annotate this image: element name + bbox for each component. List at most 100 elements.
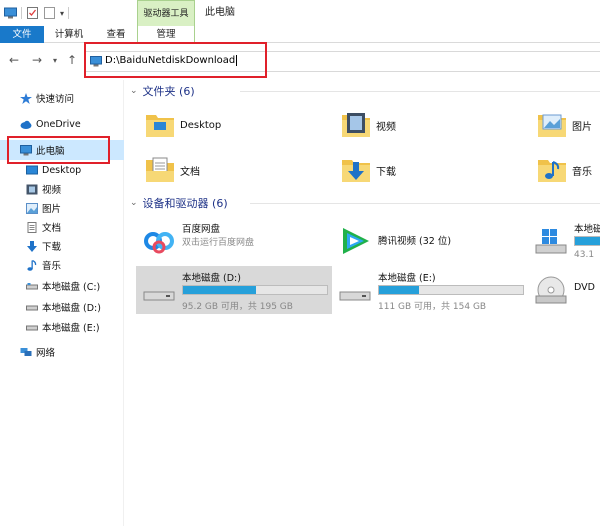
navigation-bar: ← → ▾ ↑ D:\BaiduNetdiskDownload bbox=[0, 43, 600, 77]
drive-tools-group-label: 驱动器工具 bbox=[137, 0, 195, 26]
content-pane: ⌄ 文件夹 (6) Desktop 视频 图片 文档 下载 音乐 ⌄ 设备和驱动… bbox=[124, 80, 600, 526]
nav-item-label: 本地磁盘 (C:) bbox=[42, 282, 101, 293]
desktop-folder-icon bbox=[146, 115, 174, 137]
nav-item-quick-access[interactable]: 快速访问 bbox=[0, 88, 124, 108]
nav-item-label: 本地磁盘 (D:) bbox=[42, 303, 101, 314]
nav-item-drive-d[interactable]: 本地磁盘 (D:) bbox=[0, 297, 124, 317]
chevron-down-icon: ⌄ bbox=[130, 86, 138, 96]
capacity-bar bbox=[574, 236, 600, 246]
nav-item-label: 此电脑 bbox=[36, 146, 65, 157]
properties-icon[interactable] bbox=[26, 7, 39, 19]
capacity-bar bbox=[378, 285, 524, 295]
music-folder-icon bbox=[538, 160, 566, 182]
device-drive-d[interactable]: 本地磁盘 (D:) 95.2 GB 可用，共 195 GB bbox=[136, 266, 332, 314]
back-arrow-icon[interactable]: ← bbox=[9, 53, 19, 67]
free-space-text: 43.1 bbox=[574, 250, 595, 260]
device-tencent-video[interactable]: 腾讯视频 (32 位) bbox=[332, 217, 528, 265]
section-title: 文件夹 (6) bbox=[142, 85, 195, 98]
nav-item-label: OneDrive bbox=[36, 118, 81, 130]
this-pc-icon[interactable] bbox=[4, 7, 17, 19]
nav-item-label: Desktop bbox=[42, 164, 82, 176]
window-title: 此电脑 bbox=[205, 7, 235, 18]
capacity-fill bbox=[379, 286, 420, 294]
folder-downloads[interactable]: 下载 bbox=[340, 150, 530, 190]
device-dvd-drive[interactable]: DVD bbox=[528, 266, 600, 314]
recent-locations-chevron-icon[interactable]: ▾ bbox=[53, 56, 57, 65]
address-bar[interactable]: D:\BaiduNetdiskDownload bbox=[84, 51, 600, 72]
baidu-netdisk-icon bbox=[144, 232, 174, 254]
section-divider bbox=[250, 203, 600, 204]
free-space-text: 111 GB 可用，共 154 GB bbox=[378, 302, 487, 312]
address-path[interactable]: D:\BaiduNetdiskDownload bbox=[105, 55, 238, 66]
drive-icon bbox=[26, 305, 38, 310]
up-arrow-icon[interactable]: ↑ bbox=[67, 53, 77, 67]
nav-item-network[interactable]: 网络 bbox=[0, 342, 124, 362]
tab-computer[interactable]: 计算机 bbox=[44, 26, 94, 43]
network-icon bbox=[20, 347, 32, 356]
nav-item-label: 网络 bbox=[36, 348, 56, 359]
customize-toolbar-chevron-icon[interactable]: ▾ bbox=[60, 9, 64, 18]
download-icon bbox=[27, 240, 37, 252]
nav-item-label: 本地磁盘 (E:) bbox=[42, 323, 100, 334]
device-name: 本地磁 bbox=[574, 224, 600, 235]
nav-item-label: 下载 bbox=[42, 242, 62, 253]
nav-item-videos[interactable]: 视频 bbox=[0, 179, 124, 199]
nav-item-music[interactable]: 音乐 bbox=[0, 255, 124, 275]
device-name: 腾讯视频 (32 位) bbox=[378, 236, 452, 247]
forward-arrow-icon[interactable]: → bbox=[32, 53, 42, 67]
documents-folder-icon bbox=[146, 157, 174, 182]
folder-label: 下载 bbox=[376, 166, 396, 178]
device-name: DVD bbox=[574, 282, 595, 293]
downloads-folder-icon bbox=[342, 160, 370, 182]
device-baidu-netdisk[interactable]: 百度网盘 双击运行百度网盘 bbox=[136, 217, 332, 265]
this-pc-icon bbox=[20, 144, 32, 155]
folder-pictures[interactable]: 图片 bbox=[536, 105, 600, 145]
nav-item-downloads[interactable]: 下载 bbox=[0, 236, 124, 256]
nav-item-this-pc[interactable]: 此电脑 bbox=[0, 140, 124, 160]
tab-file[interactable]: 文件 bbox=[0, 26, 44, 43]
drive-icon bbox=[143, 291, 175, 301]
drive-icon bbox=[26, 282, 38, 289]
devices-section-header[interactable]: ⌄ 设备和驱动器 (6) bbox=[130, 194, 600, 212]
nav-item-onedrive[interactable]: OneDrive bbox=[0, 114, 124, 134]
folder-music[interactable]: 音乐 bbox=[536, 150, 600, 190]
music-icon bbox=[27, 259, 37, 271]
section-title: 设备和驱动器 (6) bbox=[142, 197, 228, 210]
folder-documents[interactable]: 文档 bbox=[144, 150, 334, 190]
nav-item-label: 图片 bbox=[42, 204, 62, 215]
video-icon bbox=[26, 184, 38, 194]
title-bar: ▾ 驱动器工具 此电脑 bbox=[0, 0, 600, 26]
nav-item-pictures[interactable]: 图片 bbox=[0, 198, 124, 218]
tab-manage[interactable]: 管理 bbox=[137, 26, 195, 44]
pictures-icon bbox=[26, 202, 38, 214]
document-icon bbox=[27, 221, 37, 233]
nav-item-documents[interactable]: 文档 bbox=[0, 217, 124, 237]
nav-item-drive-c[interactable]: 本地磁盘 (C:) bbox=[0, 276, 124, 296]
folders-section-header[interactable]: ⌄ 文件夹 (6) bbox=[130, 82, 600, 100]
free-space-text: 95.2 GB 可用，共 195 GB bbox=[182, 302, 293, 312]
device-name: 百度网盘 bbox=[182, 224, 221, 235]
capacity-fill bbox=[575, 237, 600, 245]
folder-label: 图片 bbox=[572, 121, 592, 133]
new-folder-icon[interactable] bbox=[43, 7, 56, 19]
star-icon bbox=[20, 92, 32, 104]
folder-label: Desktop bbox=[180, 119, 222, 131]
device-description: 双击运行百度网盘 bbox=[182, 238, 255, 248]
video-folder-icon bbox=[342, 113, 370, 137]
toolbar-divider bbox=[68, 7, 70, 19]
nav-item-desktop[interactable]: Desktop bbox=[0, 160, 124, 180]
device-drive-e[interactable]: 本地磁盘 (E:) 111 GB 可用，共 154 GB bbox=[332, 266, 528, 314]
drive-icon bbox=[26, 325, 38, 330]
chevron-down-icon: ⌄ bbox=[130, 198, 138, 208]
folder-videos[interactable]: 视频 bbox=[340, 105, 530, 145]
nav-item-label: 音乐 bbox=[42, 261, 62, 272]
pictures-folder-icon bbox=[538, 114, 566, 137]
desktop-icon bbox=[26, 165, 38, 174]
nav-item-drive-e[interactable]: 本地磁盘 (E:) bbox=[0, 317, 124, 337]
device-drive-c[interactable]: 本地磁 43.1 bbox=[528, 217, 600, 265]
folder-label: 视频 bbox=[376, 121, 396, 133]
device-name: 本地磁盘 (D:) bbox=[182, 273, 241, 284]
section-divider bbox=[240, 91, 600, 92]
folder-desktop[interactable]: Desktop bbox=[144, 105, 334, 145]
tab-view[interactable]: 查看 bbox=[94, 26, 138, 43]
